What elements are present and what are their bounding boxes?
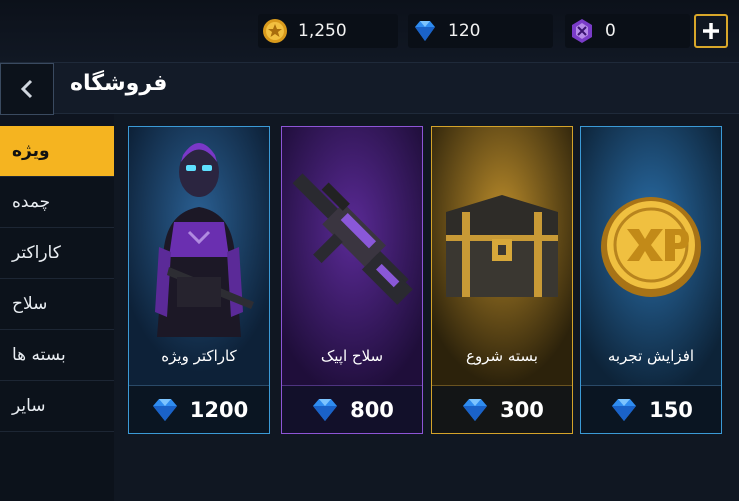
diamond-icon [313,398,338,421]
card-title: کاراکتر ویژه [161,347,237,365]
back-button[interactable] [0,63,54,115]
coin-amount: 1,250 [298,21,347,41]
category-sidebar: ویژه چمده کاراکتر سلاح بسته ها سایر [0,126,114,501]
card-title: افزایش تجربه [607,347,695,365]
card-price: 1200 [129,385,269,433]
purple-token-icon [572,19,592,43]
card-price: 800 [282,385,422,433]
coin-icon [263,19,287,43]
store-header: فروشگاه [0,62,739,115]
card-title: بسته شروع [466,347,538,365]
sidebar-item-character[interactable]: کاراکتر [0,228,114,279]
add-currency-button[interactable] [694,14,728,48]
coin-balance: 1,250 [258,14,398,48]
shop-card-starter-pack[interactable]: بسته شروع 300 [431,126,573,434]
shop-card-xp-boost[interactable]: افزایش تجربه 150 [580,126,722,434]
shop-card-character[interactable]: کاراکتر ویژه 1200 [128,126,270,434]
sidebar-item-bundle[interactable]: چمده [0,177,114,228]
sidebar-item-weapon[interactable]: سلاح [0,279,114,330]
page-title: فروشگاه [70,71,168,96]
top-bar: 1,250 120 0 [0,0,739,62]
token-amount: 0 [605,21,616,41]
price-value: 150 [649,397,693,422]
plus-icon [703,23,719,39]
price-value: 300 [500,397,544,422]
sidebar-item-other[interactable]: سایر [0,381,114,432]
sidebar-item-packs[interactable]: بسته ها [0,330,114,381]
diamond-icon [415,21,435,41]
chevron-left-icon [20,79,33,99]
gem-amount: 120 [448,21,481,41]
shop-grid: کاراکتر ویژه 1200 سلاح اپیک 800 بسته شرو… [114,114,739,501]
price-value: 800 [350,397,394,422]
card-title: سلاح اپیک [320,347,384,365]
price-value: 1200 [189,397,249,422]
diamond-icon [152,398,177,421]
diamond-icon [463,398,488,421]
card-price: 300 [432,385,572,433]
diamond-icon [612,398,637,421]
token-balance: 0 [565,14,690,48]
card-price: 150 [581,385,721,433]
shop-card-weapon[interactable]: سلاح اپیک 800 [281,126,423,434]
sidebar-item-featured[interactable]: ویژه [0,126,114,177]
gem-balance: 120 [408,14,553,48]
